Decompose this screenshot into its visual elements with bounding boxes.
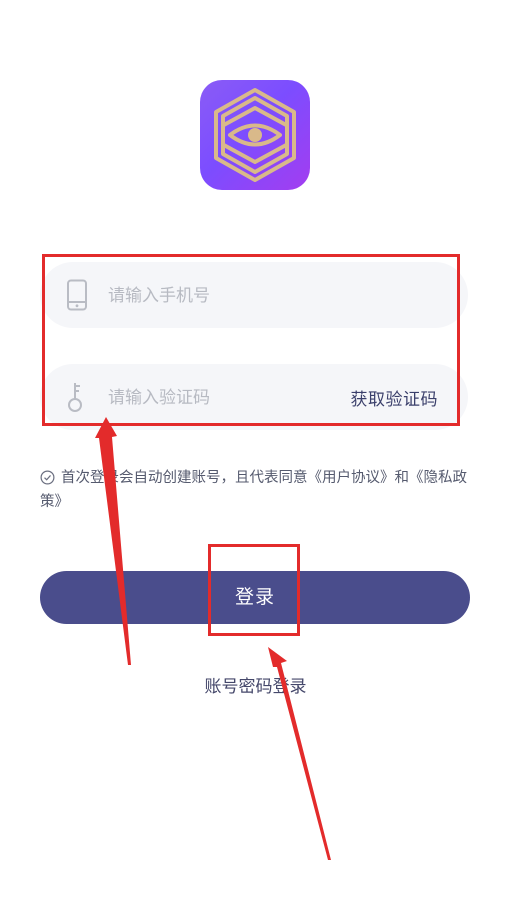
agreement-prefix: 首次登录会自动创建账号，且代表同意: [61, 470, 308, 486]
key-icon: [68, 383, 82, 412]
app-logo: [200, 80, 310, 190]
code-input[interactable]: [106, 380, 340, 416]
phone-icon: [67, 279, 87, 311]
agreement-and: 和: [394, 470, 410, 486]
phone-input[interactable]: [106, 278, 340, 314]
check-circle-icon[interactable]: [40, 470, 55, 485]
user-agreement-link[interactable]: 《用户协议》: [308, 470, 395, 486]
login-button[interactable]: 登录: [40, 571, 470, 624]
hexagon-eye-logo-icon: [214, 88, 296, 182]
get-code-button[interactable]: 获取验证码: [351, 385, 439, 410]
agreement-text: 首次登录会自动创建账号，且代表同意《用户协议》和《隐私政策》: [40, 466, 470, 514]
phone-input-row[interactable]: [40, 262, 468, 328]
password-login-link[interactable]: 账号密码登录: [0, 672, 511, 697]
code-input-row[interactable]: 获取验证码: [40, 364, 468, 430]
arrow-to-inputs: [95, 417, 131, 665]
